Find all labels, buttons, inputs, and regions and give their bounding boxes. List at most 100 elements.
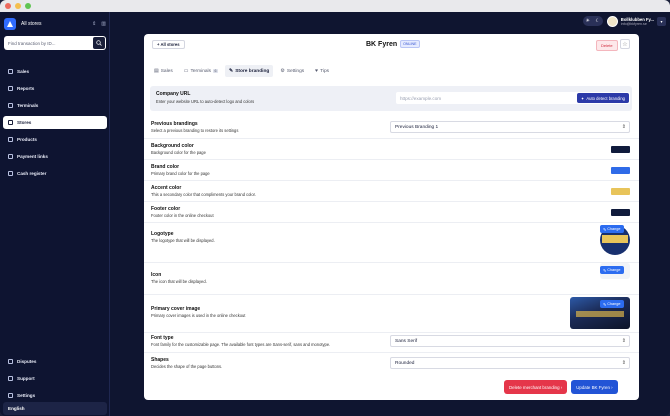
app-window: All stores ⇕ ▥ Find transaction by ID...… — [0, 0, 670, 416]
sidebar-item-reports[interactable]: Reports — [3, 82, 107, 95]
minimize-window-button[interactable] — [15, 3, 21, 9]
sidebar-item-disputes[interactable]: Disputes — [3, 355, 107, 368]
tab-sales[interactable]: ▤ Sales — [150, 65, 177, 77]
chevron-updown-icon: ⇕ — [621, 124, 626, 130]
sidebar-item-support[interactable]: Support — [3, 372, 107, 385]
sidebar-item-products[interactable]: Products — [3, 133, 107, 146]
star-icon[interactable]: ☆ — [620, 39, 630, 49]
footer-actions: Delete merchant branding › Update BK Fyr… — [504, 380, 618, 394]
store-switcher[interactable]: All stores ⇕ ▥ — [4, 17, 106, 31]
tab-label: Store branding — [235, 68, 270, 74]
support-icon — [8, 376, 13, 381]
logotype-row: Logotype The logotype that will be displ… — [144, 222, 639, 262]
sidebar-item-cash-register[interactable]: Cash register — [3, 167, 107, 180]
avatar[interactable] — [606, 15, 618, 27]
delete-branding-button[interactable]: Delete merchant branding › — [504, 380, 568, 394]
update-store-button[interactable]: Update BK Fyren › — [571, 380, 618, 394]
company-url-desc: Enter your website URL to auto-detect lo… — [156, 99, 255, 104]
sidebar: All stores ⇕ ▥ Find transaction by ID...… — [0, 12, 110, 416]
previous-brandings-row: Previous brandings Select a previous bra… — [144, 116, 639, 138]
sidebar-item-label: Reports — [17, 86, 35, 91]
store-title: BK Fyren — [366, 40, 398, 48]
font-type-select[interactable]: Sans Serif ⇕ — [390, 335, 630, 347]
search-icon — [96, 40, 102, 46]
sidebar-item-label: Settings — [17, 393, 36, 398]
chevron-down-icon[interactable]: ▾ — [657, 16, 666, 26]
cover-label: Primary cover image — [151, 306, 201, 312]
user-email: info@bkfyren.se — [620, 21, 647, 26]
sun-icon: ☀ — [585, 18, 591, 24]
tab-terminals[interactable]: ▭ Terminals 6 — [180, 65, 222, 77]
sidebar-item-payment-links[interactable]: Payment links — [3, 150, 107, 163]
edit-icon: ✎ — [603, 302, 607, 307]
tab-label: Sales — [160, 68, 173, 74]
logotype-desc: The logotype that will be displayed. — [151, 238, 215, 243]
close-window-button[interactable] — [5, 3, 11, 9]
previous-brandings-select[interactable]: Previous Branding 1 ⇕ — [390, 121, 630, 133]
accent-color-desc: This a secondary color that compliments … — [151, 192, 256, 197]
shapes-desc: Decides the shape of the page buttons. — [151, 364, 223, 369]
sidebar-item-label: Sales — [17, 69, 30, 74]
all-stores-button[interactable]: + All stores — [152, 40, 185, 49]
background-color-swatch[interactable] — [611, 146, 630, 153]
language-selector[interactable]: English — [3, 402, 107, 415]
company-url-input[interactable]: https://example.com ✦ Auto detect brandin… — [396, 92, 630, 104]
sidebar-item-sales[interactable]: Sales — [3, 65, 107, 78]
collapse-sidebar-icon[interactable]: ▥ — [101, 21, 106, 27]
search-button[interactable] — [93, 37, 105, 49]
theme-toggle[interactable]: ☀ ☾ — [582, 16, 603, 26]
sidebar-item-label: Products — [17, 137, 37, 142]
search-input[interactable]: Find transaction by ID... — [4, 36, 106, 50]
tab-settings[interactable]: ⚙ Settings — [276, 65, 308, 77]
shapes-label: Shapes — [151, 357, 169, 363]
change-cover-button[interactable]: ✎ Change — [600, 300, 624, 308]
stores-icon — [8, 120, 13, 125]
background-color-row: Background color Background color for the… — [144, 138, 639, 159]
auto-detect-button[interactable]: ✦ Auto detect branding — [576, 93, 629, 103]
background-color-label: Background color — [151, 143, 194, 149]
accent-color-label: Accent color — [151, 185, 182, 191]
tab-bar: ▤ Sales ▭ Terminals 6 ✎ Store branding ⚙ Setting… — [150, 65, 336, 77]
tab-tips[interactable]: ♥ Tips — [311, 65, 333, 77]
font-type-label: Font type — [151, 335, 174, 341]
sales-icon: ▤ — [154, 68, 159, 74]
accent-color-swatch[interactable] — [611, 188, 630, 195]
settings-icon: ⚙ — [280, 68, 285, 74]
sidebar-item-label: Payment links — [17, 154, 48, 159]
brush-icon: ✎ — [229, 68, 234, 74]
shapes-row: Shapes Decides the shape of the page but… — [144, 352, 639, 374]
font-type-row: Font type Font family for the customizab… — [144, 332, 639, 352]
company-url-label: Company URL — [156, 91, 191, 97]
previous-brandings-label: Previous brandings — [151, 121, 198, 127]
footer-color-swatch[interactable] — [611, 209, 630, 216]
title-bar — [0, 0, 670, 12]
company-url-placeholder: https://example.com — [400, 95, 442, 101]
chevron-updown-icon[interactable]: ⇕ — [92, 21, 96, 27]
change-logotype-button[interactable]: ✎ Change — [600, 225, 624, 233]
language-label: English — [8, 406, 25, 411]
shapes-select[interactable]: Rounded ⇕ — [390, 357, 630, 369]
icon-label: Icon — [151, 272, 162, 278]
sidebar-item-terminals[interactable]: Terminals — [3, 99, 107, 112]
disputes-icon — [8, 359, 13, 364]
footer-color-row: Footer color Footer color in the online c… — [144, 201, 639, 222]
wand-icon: ✦ — [580, 95, 585, 101]
sidebar-item-stores[interactable]: Stores — [3, 116, 107, 129]
tab-store-branding[interactable]: ✎ Store branding — [225, 65, 274, 77]
cover-desc: Primary cover images is used in the onli… — [151, 313, 246, 318]
chevron-updown-icon: ⇕ — [621, 360, 626, 366]
icon-desc: The icon that will be displayed. — [151, 279, 207, 284]
store-switcher-label: All stores — [21, 21, 42, 27]
background-color-desc: Background color for the page — [151, 150, 206, 155]
delete-store-button[interactable]: Delete — [596, 40, 618, 51]
brand-color-swatch[interactable] — [611, 167, 630, 174]
settings-icon — [8, 393, 13, 398]
maximize-window-button[interactable] — [25, 3, 31, 9]
change-icon-button[interactable]: ✎ Change — [600, 266, 624, 274]
sidebar-item-settings[interactable]: Settings — [3, 389, 107, 402]
moon-icon: ☾ — [595, 18, 601, 24]
sales-icon — [8, 69, 13, 74]
logo-icon — [4, 18, 16, 30]
store-title-group: BK Fyren ONLINE — [366, 40, 420, 48]
cover-stand — [576, 311, 624, 317]
